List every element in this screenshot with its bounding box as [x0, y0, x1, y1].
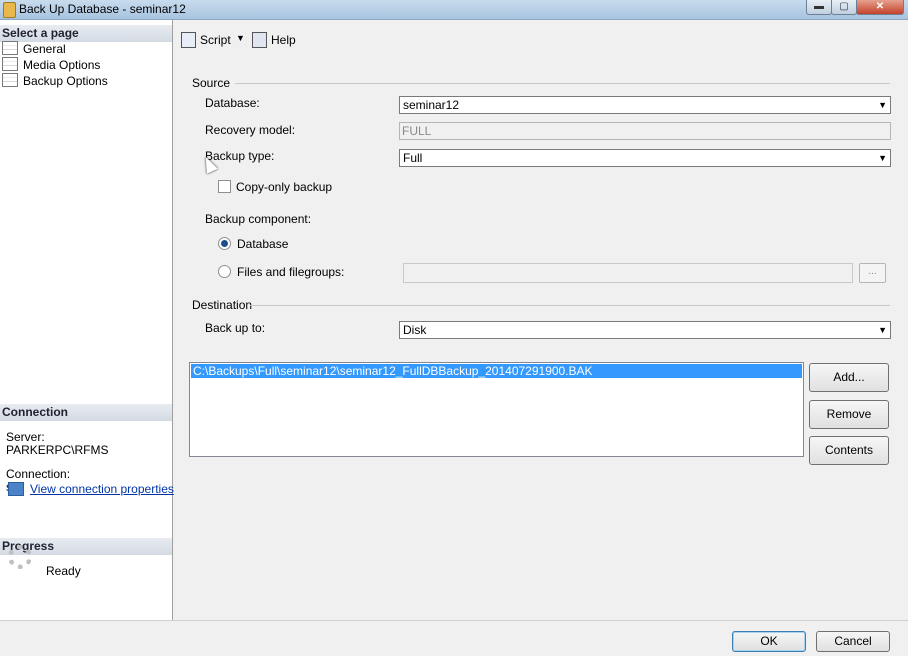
footer-divider	[0, 620, 908, 621]
component-database-radio[interactable]	[218, 237, 231, 250]
backup-type-value: Full	[403, 151, 423, 165]
chevron-down-icon: ▼	[878, 100, 887, 110]
backup-type-label: Backup type:	[205, 149, 275, 163]
script-button[interactable]: Script	[200, 33, 231, 47]
close-button[interactable]: ✕	[856, 0, 904, 15]
ok-button[interactable]: OK	[732, 631, 806, 652]
chevron-down-icon: ▼	[878, 325, 887, 335]
destination-group-label: Destination	[192, 298, 253, 312]
database-combo[interactable]: seminar12 ▼	[399, 96, 891, 114]
backup-component-label: Backup component:	[205, 212, 312, 226]
destination-divider	[250, 305, 890, 306]
cancel-button[interactable]: Cancel	[816, 631, 890, 652]
page-item-label: General	[23, 42, 66, 56]
filegroups-field	[403, 263, 853, 283]
page-icon	[2, 57, 18, 71]
database-label: Database:	[205, 96, 260, 110]
script-icon[interactable]	[181, 32, 196, 48]
destination-list[interactable]: C:\Backups\Full\seminar12\seminar12_Full…	[189, 362, 804, 457]
server-value: PARKERPC\RFMS	[6, 443, 109, 457]
help-button[interactable]: Help	[271, 33, 296, 47]
source-divider	[235, 83, 890, 84]
page-item-backup-options[interactable]: Backup Options	[2, 73, 108, 89]
chevron-down-icon: ▼	[878, 153, 887, 163]
minimize-button[interactable]: ▬	[806, 0, 832, 15]
chevron-down-icon[interactable]: ▼	[236, 33, 245, 43]
view-connection-properties-link[interactable]: View connection properties	[30, 482, 174, 496]
spinner-icon	[8, 545, 32, 569]
window-title: Back Up Database - seminar12	[19, 2, 186, 16]
page-item-general[interactable]: General	[2, 41, 66, 57]
connection-header: Connection	[0, 404, 172, 421]
recovery-model-label: Recovery model:	[205, 123, 296, 137]
connection-label: Connection:	[6, 467, 71, 481]
page-item-label: Backup Options	[23, 74, 108, 88]
page-icon	[2, 73, 18, 87]
back-up-to-combo[interactable]: Disk ▼	[399, 321, 891, 339]
source-group-label: Source	[192, 76, 231, 90]
component-files-label[interactable]: Files and filegroups:	[237, 265, 344, 279]
back-up-to-value: Disk	[403, 323, 427, 337]
copy-only-label[interactable]: Copy-only backup	[236, 180, 332, 194]
contents-button[interactable]: Contents	[809, 436, 889, 465]
maximize-button[interactable]: ▢	[831, 0, 857, 15]
progress-status: Ready	[46, 564, 81, 578]
database-icon	[3, 2, 16, 18]
page-item-media-options[interactable]: Media Options	[2, 57, 100, 73]
back-up-to-label: Back up to:	[205, 321, 266, 335]
list-item[interactable]: C:\Backups\Full\seminar12\seminar12_Full…	[191, 364, 802, 378]
page-icon	[2, 41, 18, 55]
recovery-model-field: FULL	[399, 122, 891, 140]
left-pane: Select a page General Media Options Back…	[0, 20, 173, 620]
copy-only-checkbox[interactable]	[218, 180, 231, 193]
help-icon[interactable]	[252, 32, 267, 48]
component-files-radio[interactable]	[218, 265, 231, 278]
database-value: seminar12	[403, 98, 460, 112]
remove-button[interactable]: Remove	[809, 400, 889, 429]
page-item-label: Media Options	[23, 58, 101, 72]
select-page-header: Select a page	[0, 25, 172, 42]
server-label: Server:	[6, 430, 45, 444]
component-database-label[interactable]: Database	[237, 237, 288, 251]
connection-icon	[8, 482, 24, 496]
backup-type-combo[interactable]: Full ▼	[399, 149, 891, 167]
add-button[interactable]: Add...	[809, 363, 889, 392]
browse-filegroups-button: ...	[859, 263, 886, 283]
